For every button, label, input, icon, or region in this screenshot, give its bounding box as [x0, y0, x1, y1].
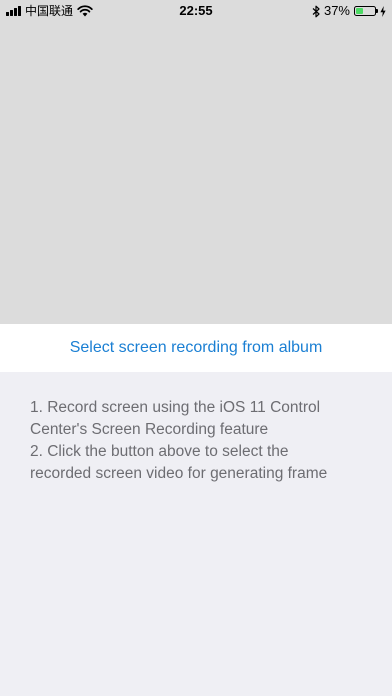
video-preview-area [0, 0, 392, 324]
bluetooth-icon [312, 5, 320, 17]
instruction-line: 1. Record screen using the iOS 11 Contro… [30, 399, 321, 416]
battery-percentage: 37% [323, 3, 350, 18]
instructions-text: 1. Record screen using the iOS 11 Contro… [30, 397, 370, 482]
battery-icon [354, 6, 378, 16]
instruction-line: Center's Screen Recording feature [30, 421, 269, 438]
status-bar-right: 37% [312, 4, 386, 18]
select-recording-label: Select screen recording from album [69, 339, 323, 356]
select-recording-button[interactable]: Select screen recording from album [0, 324, 392, 372]
instructions-clip: 1. Record screen using the iOS 11 Contro… [30, 397, 370, 482]
instruction-line: recorded screen video for generating fra… [30, 465, 328, 482]
battery-level-fill [356, 8, 363, 14]
instruction-line: 2. Click the button above to select the [30, 443, 289, 460]
charging-icon [380, 5, 386, 17]
status-bar: 中国联通 22:55 37% [0, 0, 392, 22]
